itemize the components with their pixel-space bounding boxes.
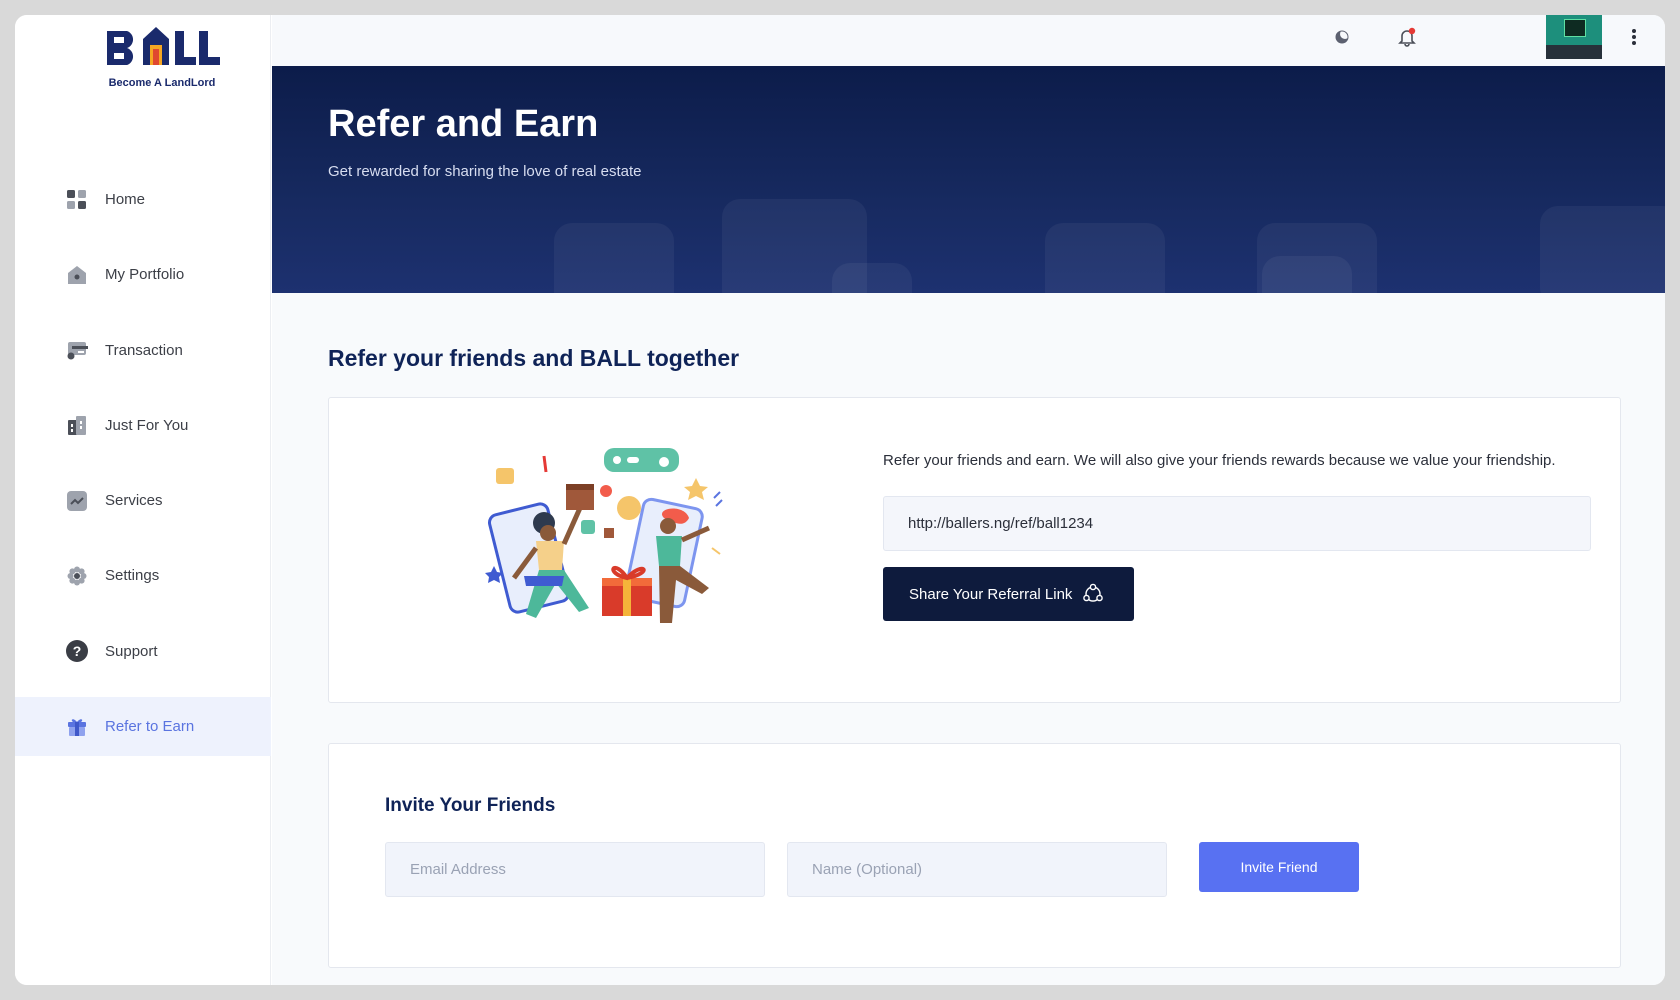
share-referral-link-button[interactable]: Share Your Referral Link bbox=[883, 567, 1134, 621]
chart-icon bbox=[66, 490, 88, 512]
sidebar-item-refer-to-earn[interactable]: Refer to Earn bbox=[15, 697, 271, 757]
sidebar-item-label: Transaction bbox=[105, 341, 183, 359]
sidebar: Become A LandLord Home My Portfolio Tran… bbox=[15, 15, 271, 985]
sidebar-item-just-for-you[interactable]: Just For You bbox=[15, 396, 271, 455]
gift-icon bbox=[66, 716, 88, 738]
referral-link-text: http://ballers.ng/ref/ball1234 bbox=[908, 515, 1094, 532]
referral-illustration bbox=[484, 448, 734, 648]
app-window: Become A LandLord Home My Portfolio Tran… bbox=[15, 15, 1665, 985]
sidebar-item-label: Support bbox=[105, 642, 158, 660]
name-field[interactable] bbox=[787, 842, 1167, 897]
sidebar-item-my-portfolio[interactable]: My Portfolio bbox=[15, 245, 271, 304]
avatar[interactable] bbox=[1546, 15, 1602, 59]
sidebar-item-label: Home bbox=[105, 191, 146, 208]
avatar-screen-graphic bbox=[1564, 19, 1586, 37]
banner-decoration bbox=[554, 223, 674, 293]
bell-icon[interactable] bbox=[1395, 25, 1419, 49]
more-vertical-icon[interactable] bbox=[1622, 25, 1646, 49]
brand-logo[interactable]: Become A LandLord bbox=[99, 17, 225, 89]
sidebar-item-label: Services bbox=[105, 492, 163, 510]
referral-card: Refer your friends and earn. We will als… bbox=[328, 397, 1621, 703]
referral-link-field[interactable]: http://ballers.ng/ref/ball1234 bbox=[883, 496, 1591, 551]
svg-text:?: ? bbox=[73, 643, 82, 659]
moon-icon[interactable] bbox=[1330, 25, 1354, 49]
sidebar-item-label: Refer to Earn bbox=[105, 718, 195, 736]
banner-decoration bbox=[1045, 223, 1165, 293]
invite-friend-button[interactable]: Invite Friend bbox=[1199, 842, 1359, 892]
share-button-label: Share Your Referral Link bbox=[909, 585, 1073, 603]
banner-decoration bbox=[832, 263, 912, 293]
sidebar-item-support[interactable]: ? Support bbox=[15, 622, 271, 681]
sidebar-item-home[interactable]: Home bbox=[15, 170, 271, 229]
sidebar-item-transaction[interactable]: Transaction bbox=[15, 321, 271, 380]
topbar bbox=[272, 15, 1665, 66]
banner-decoration bbox=[1262, 256, 1352, 293]
wallet-icon bbox=[66, 339, 88, 361]
banner-decoration bbox=[1540, 206, 1665, 293]
grid-icon bbox=[66, 189, 88, 211]
refer-section-title: Refer your friends and BALL together bbox=[328, 345, 740, 371]
sidebar-item-label: Just For You bbox=[105, 416, 189, 434]
brand-tagline: Become A LandLord bbox=[108, 77, 216, 89]
sidebar-item-services[interactable]: Services bbox=[15, 471, 271, 530]
invite-card: Invite Your Friends Invite Friend bbox=[328, 743, 1621, 968]
ball-logo-icon bbox=[107, 27, 220, 65]
question-icon: ? bbox=[66, 640, 88, 663]
avatar-desk-graphic bbox=[1546, 45, 1602, 59]
referral-description: Refer your friends and earn. We will als… bbox=[883, 452, 1556, 469]
main-content: Refer your friends and BALL together Ref… bbox=[272, 293, 1665, 985]
building-icon bbox=[66, 414, 88, 436]
page-title: Refer and Earn bbox=[328, 103, 599, 145]
sidebar-item-label: Settings bbox=[105, 567, 160, 585]
house-icon bbox=[66, 264, 88, 286]
gear-icon bbox=[66, 565, 88, 587]
page-banner: Refer and Earn Get rewarded for sharing … bbox=[272, 66, 1665, 293]
email-field[interactable] bbox=[385, 842, 765, 897]
invite-section-title: Invite Your Friends bbox=[385, 795, 556, 816]
share-icon bbox=[1082, 582, 1106, 606]
sidebar-item-label: My Portfolio bbox=[105, 266, 185, 284]
page-subtitle: Get rewarded for sharing the love of rea… bbox=[328, 163, 642, 180]
sidebar-item-settings[interactable]: Settings bbox=[15, 546, 271, 605]
sidebar-nav: Home My Portfolio Transaction Just For Y… bbox=[15, 170, 271, 772]
